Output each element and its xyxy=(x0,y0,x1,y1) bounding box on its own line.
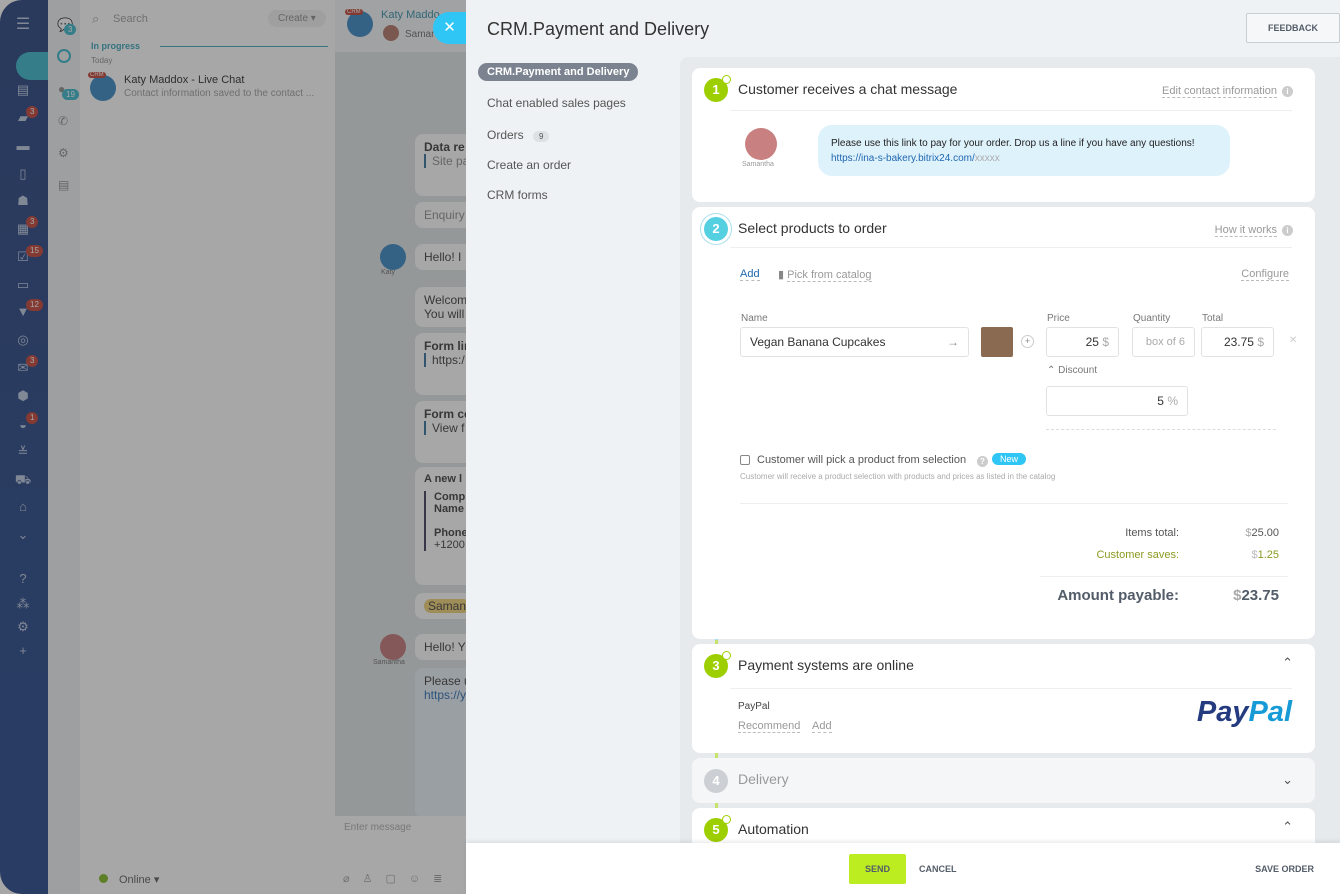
close-icon: ✕ xyxy=(443,19,456,36)
selection-label: Customer will pick a product from select… xyxy=(757,454,967,466)
step-select-products: 2 Select products to order How it works i… xyxy=(692,207,1315,639)
divider xyxy=(1046,429,1276,430)
add-payment-link[interactable]: Add xyxy=(812,720,832,733)
divider xyxy=(730,110,1292,111)
chevron-up-icon: ⌃ xyxy=(1047,365,1056,376)
add-product-link[interactable]: Add xyxy=(740,268,760,281)
how-it-works-link[interactable]: How it works i xyxy=(1214,222,1293,237)
quantity-label: Quantity xyxy=(1133,313,1171,324)
customer-saves-label: Customer saves: xyxy=(1096,549,1179,561)
divider xyxy=(730,688,1292,689)
price-input[interactable]: 25 $ xyxy=(1046,327,1119,357)
selection-hint: Customer will receive a product selectio… xyxy=(740,472,1056,481)
name-label: Name xyxy=(741,313,768,324)
product-image[interactable] xyxy=(981,327,1013,357)
selection-checkbox[interactable] xyxy=(740,455,750,465)
step-title: Select products to order xyxy=(738,220,887,236)
dim-overlay[interactable] xyxy=(0,0,466,894)
chevron-down-icon[interactable]: ⌄ xyxy=(1282,772,1293,788)
help-icon[interactable]: ? xyxy=(977,456,988,467)
sender-name: Samantha xyxy=(742,161,774,168)
orders-label: Orders xyxy=(487,128,524,142)
amount-payable-label: Amount payable: xyxy=(1057,587,1179,604)
info-icon: i xyxy=(1282,86,1293,97)
divider xyxy=(740,503,1288,504)
save-order-button[interactable]: SAVE ORDER xyxy=(1255,864,1314,874)
total-input[interactable]: 23.75 $ xyxy=(1201,327,1274,357)
quantity-input[interactable]: box of 6 xyxy=(1132,327,1195,357)
step-number: 1 xyxy=(704,75,731,102)
discount-input[interactable]: 5 % xyxy=(1046,386,1188,416)
orders-count-badge: 9 xyxy=(533,131,550,142)
payment-system-name[interactable]: PayPal xyxy=(738,701,770,712)
divider xyxy=(1040,576,1288,577)
items-total-value: $25.00 xyxy=(1245,527,1279,539)
check-icon xyxy=(722,651,731,660)
add-image-icon[interactable]: + xyxy=(1021,335,1034,348)
edit-contact-link[interactable]: Edit contact information i xyxy=(1162,83,1293,98)
menu-item-payment-delivery[interactable]: CRM.Payment and Delivery xyxy=(478,63,639,81)
samantha-avatar xyxy=(745,128,777,160)
footer-bar: SEND CANCEL SAVE ORDER xyxy=(466,843,1340,894)
configure-link[interactable]: Configure xyxy=(1241,268,1289,281)
page-title: CRM.Payment and Delivery xyxy=(487,19,710,39)
amount-payable-value: $23.75 xyxy=(1233,587,1279,604)
step-title: Payment systems are online xyxy=(738,657,914,673)
step-number: 3 xyxy=(704,651,731,678)
payment-delivery-slider: CRM.Payment and Delivery FEEDBACK CRM.Pa… xyxy=(466,0,1340,894)
book-icon: ▮ xyxy=(778,269,785,281)
payment-link[interactable]: https://ina-s-bakery.bitrix24.com/ xyxy=(831,153,975,164)
price-label: Price xyxy=(1047,313,1070,324)
step-title: Automation xyxy=(738,821,809,837)
step-number: 4 xyxy=(704,769,728,793)
step-delivery[interactable]: 4 Delivery ⌄ xyxy=(692,758,1315,803)
cancel-button[interactable]: CANCEL xyxy=(919,864,957,874)
step-title: Customer receives a chat message xyxy=(738,81,958,97)
step-customer-message: 1 Customer receives a chat message Edit … xyxy=(692,68,1315,202)
check-icon xyxy=(722,815,731,824)
send-button[interactable]: SEND xyxy=(849,854,906,884)
feedback-button[interactable]: FEEDBACK xyxy=(1246,13,1340,43)
menu-item-create-order[interactable]: Create an order xyxy=(487,158,571,172)
step-payment-systems: 3 Payment systems are online ⌃ PayPal Re… xyxy=(692,644,1315,753)
paypal-logo[interactable]: PayPal xyxy=(1197,696,1292,729)
info-icon: i xyxy=(1282,225,1293,236)
step-title: Delivery xyxy=(738,771,789,787)
close-slider-button[interactable]: ✕ xyxy=(433,12,466,44)
menu-item-crm-forms[interactable]: CRM forms xyxy=(487,188,548,202)
product-name-input[interactable]: Vegan Banana Cupcakes → xyxy=(740,327,969,357)
new-badge: New xyxy=(992,453,1027,465)
check-icon xyxy=(722,75,731,84)
recommend-link[interactable]: Recommend xyxy=(738,720,801,733)
step-number: 5 xyxy=(704,815,731,842)
customer-saves-value: $1.25 xyxy=(1251,549,1279,561)
items-total-label: Items total: xyxy=(1125,527,1179,539)
divider xyxy=(730,247,1292,248)
pick-from-catalog-link[interactable]: ▮ Pick from catalog xyxy=(778,268,872,282)
remove-product-icon[interactable]: ✕ xyxy=(1289,335,1297,346)
arrow-right-icon: → xyxy=(947,335,959,349)
chevron-up-icon[interactable]: ⌃ xyxy=(1282,819,1293,835)
menu-item-orders[interactable]: Orders 9 xyxy=(487,128,550,142)
step-number: 2 xyxy=(704,217,728,241)
total-label: Total xyxy=(1202,313,1224,324)
chevron-up-icon[interactable]: ⌃ xyxy=(1282,655,1293,671)
discount-toggle[interactable]: ⌃ Discount xyxy=(1047,365,1097,376)
message-preview: Please use this link to pay for your ord… xyxy=(818,125,1230,176)
menu-item-sales-pages[interactable]: Chat enabled sales pages xyxy=(487,96,626,110)
